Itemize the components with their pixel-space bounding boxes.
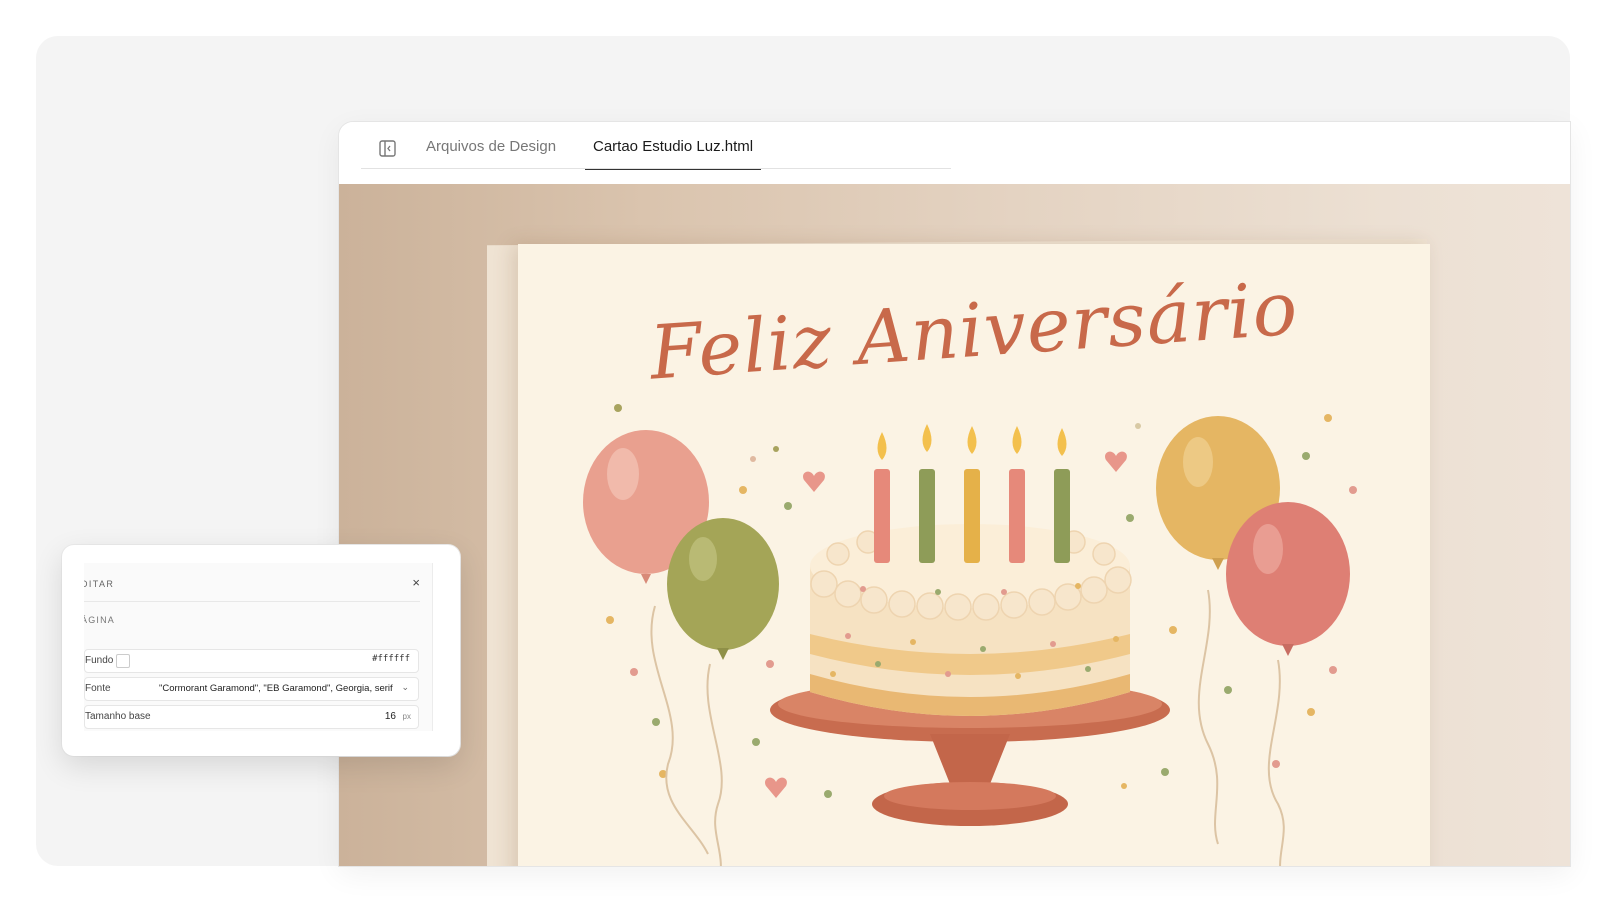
sidebar-toggle-icon[interactable]: [377, 138, 397, 158]
base-size-unit: px: [402, 712, 411, 721]
tab-design-files[interactable]: Arquivos de Design: [426, 136, 556, 170]
edit-panel-title: DITAR: [84, 579, 115, 589]
birthday-card: Feliz Aniversário: [518, 244, 1430, 866]
color-swatch[interactable]: [116, 654, 130, 668]
coral-balloon: [1226, 502, 1350, 646]
olive-balloon: [667, 518, 779, 650]
tab-active-file[interactable]: Cartao Estudio Luz.html: [585, 136, 762, 170]
page-section-label: ÁGINA: [84, 615, 116, 625]
preview-canvas: Feliz Aniversário: [339, 184, 1570, 866]
base-size-field[interactable]: Tamanho base 16 px: [84, 705, 419, 729]
background-field[interactable]: Fundo #ffffff: [84, 649, 419, 673]
edit-panel: DITAR × ÁGINA Fundo #ffffff Fonte "Cormo…: [62, 545, 460, 756]
edit-panel-header: DITAR ×: [84, 575, 420, 602]
tab-bar: Arquivos de Design Cartao Estudio Luz.ht…: [339, 122, 1570, 185]
font-field[interactable]: Fonte "Cormorant Garamond", "EB Garamond…: [84, 677, 419, 701]
base-size-value[interactable]: 16: [385, 711, 396, 722]
edit-panel-body: DITAR × ÁGINA Fundo #ffffff Fonte "Cormo…: [84, 563, 433, 731]
close-icon[interactable]: ×: [412, 575, 420, 590]
tab-divider: [361, 168, 951, 169]
font-value[interactable]: "Cormorant Garamond", "EB Garamond", Geo…: [159, 683, 393, 694]
background-value[interactable]: #ffffff: [372, 654, 410, 664]
font-label: Fonte: [85, 683, 111, 694]
background-label: Fundo: [85, 655, 114, 666]
editor-window: Arquivos de Design Cartao Estudio Luz.ht…: [339, 122, 1570, 866]
chevron-down-icon[interactable]: ⌄: [401, 682, 409, 693]
base-size-label: Tamanho base: [85, 711, 151, 722]
